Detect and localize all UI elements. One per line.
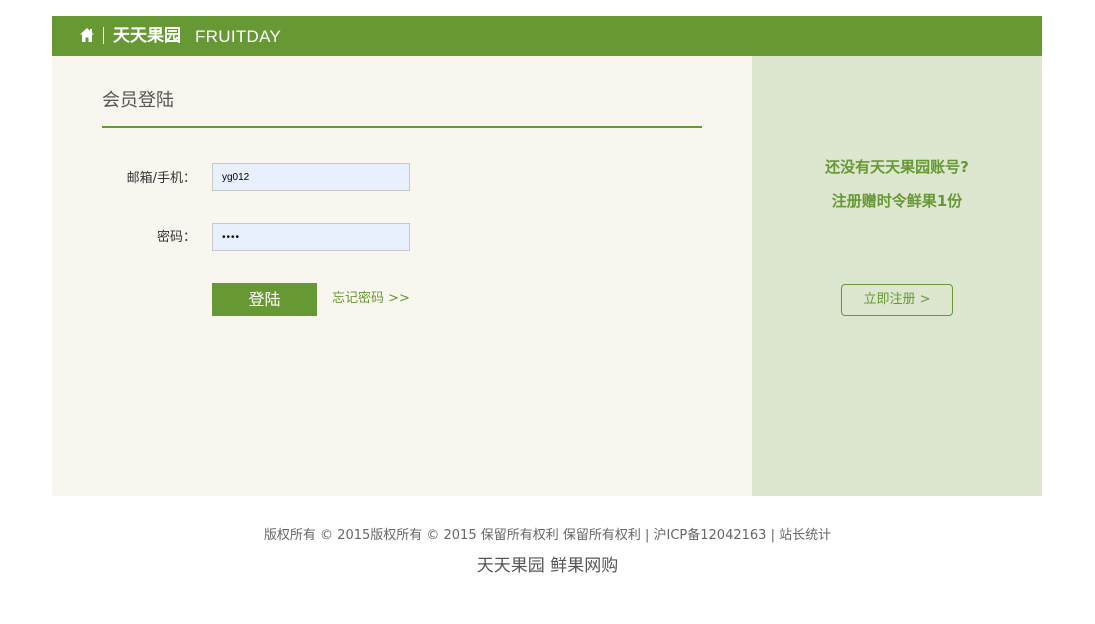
account-input[interactable]: [212, 163, 410, 191]
brand-name-en[interactable]: FRUITDAY: [195, 26, 281, 48]
footer-tagline: 天天果园 鲜果网购: [476, 556, 619, 576]
register-button[interactable]: 立即注册 >: [841, 284, 953, 316]
login-button[interactable]: 登陆: [212, 283, 317, 316]
brand-name-cn[interactable]: 天天果园: [113, 25, 181, 47]
forgot-password-link[interactable]: 忘记密码 >>: [332, 290, 410, 308]
footer-copyright: 版权所有 © 2015版权所有 © 2015 保留所有权利 保留所有权利 | 沪…: [263, 528, 832, 543]
site-header: 天天果园 FRUITDAY: [52, 16, 1042, 56]
home-icon[interactable]: [79, 27, 95, 43]
promo-question: 还没有天天果园账号?: [825, 158, 969, 176]
account-label: 邮箱/手机：: [126, 171, 196, 186]
password-label: 密码：: [156, 230, 196, 245]
title-divider: [102, 126, 702, 128]
login-title: 会员登陆: [102, 90, 174, 111]
login-panel: 会员登陆 邮箱/手机： 密码： 登陆 忘记密码 >>: [52, 56, 752, 496]
header-divider: [103, 27, 104, 44]
password-input[interactable]: [212, 223, 410, 251]
register-promo-panel: 还没有天天果园账号? 注册赠时令鲜果1份 立即注册 >: [752, 56, 1042, 496]
promo-offer: 注册赠时令鲜果1份: [831, 192, 963, 210]
